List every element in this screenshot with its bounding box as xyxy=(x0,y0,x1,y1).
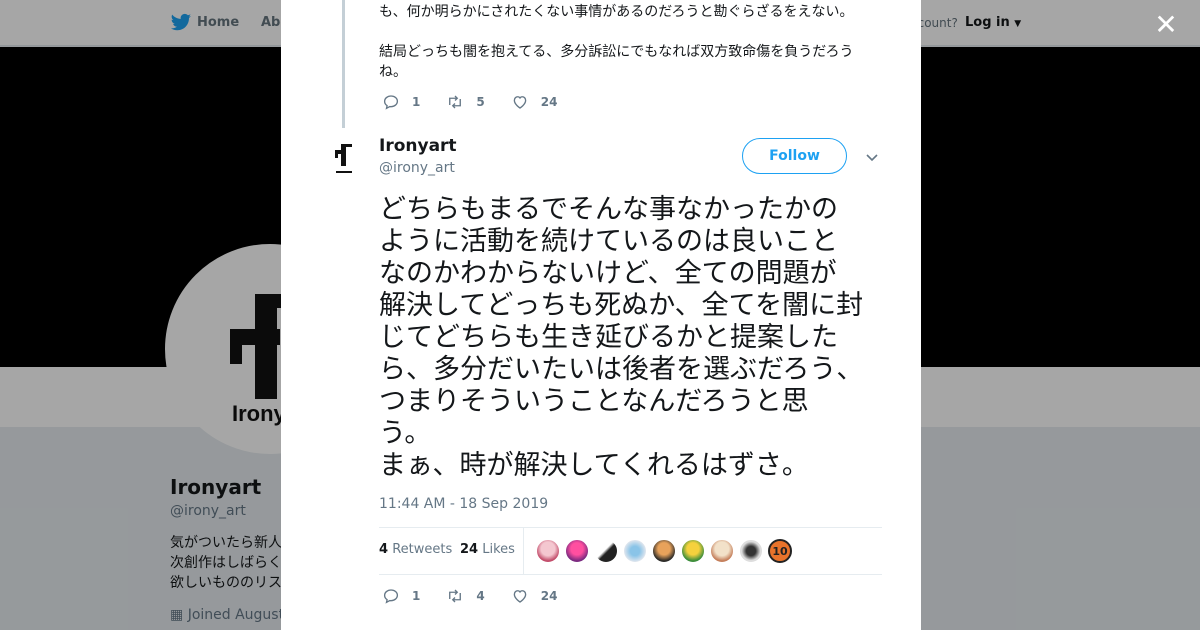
retweet-count: 4 xyxy=(476,589,485,603)
previous-tweet-line: 結局どっちも闇を抱えてる、多分訴訟にでもなれば双方致命傷を負うだろうね。 xyxy=(379,44,854,80)
reply-icon xyxy=(383,589,399,604)
heart-icon xyxy=(513,96,527,109)
retweet-icon xyxy=(449,589,462,603)
tweet-timestamp[interactable]: 11:44 AM - 18 Sep 2019 xyxy=(379,496,548,512)
like-button[interactable]: 24 xyxy=(511,587,558,605)
heart-icon xyxy=(513,590,527,603)
tweet-text: どちらもまるでそんな事なかったかの ように活動を続けているのは良いこと なのかわ… xyxy=(379,194,864,481)
follow-button[interactable]: Follow xyxy=(742,138,847,174)
retweet-icon xyxy=(449,95,462,109)
likes-stat[interactable]: 24 Likes xyxy=(460,542,515,557)
liker-avatar[interactable] xyxy=(739,539,763,563)
author-avatar[interactable] xyxy=(329,140,359,176)
author-name[interactable]: Ironyart xyxy=(379,136,457,156)
retweets-stat-count: 4 xyxy=(379,542,389,557)
liker-avatar[interactable] xyxy=(710,539,734,563)
tweet-modal: も、何か明らかにされたくない事情があるのだろうと勘ぐらざるをえない。 結局どっち… xyxy=(281,0,921,630)
thread-connector xyxy=(342,0,345,128)
like-button[interactable]: 24 xyxy=(511,93,558,111)
retweets-stat-label: Retweets xyxy=(392,542,453,557)
stats-divider xyxy=(523,528,524,575)
reply-count: 1 xyxy=(412,589,421,603)
liker-avatar[interactable] xyxy=(565,539,589,563)
reply-icon xyxy=(383,95,399,110)
retweet-button[interactable]: 5 xyxy=(446,93,485,111)
author-handle[interactable]: @irony_art xyxy=(379,160,455,176)
retweet-count: 5 xyxy=(476,95,485,109)
reply-button[interactable]: 1 xyxy=(382,93,420,111)
retweets-stat[interactable]: 4 Retweets xyxy=(379,542,452,557)
chevron-down-icon[interactable] xyxy=(865,150,879,164)
liker-avatar[interactable] xyxy=(623,539,647,563)
retweet-button[interactable]: 4 xyxy=(446,587,485,605)
liker-avatar[interactable] xyxy=(681,539,705,563)
previous-tweet-line: も、何か明らかにされたくない事情があるのだろうと勘ぐらざるをえない。 xyxy=(379,4,854,20)
liker-avatar[interactable]: 10 xyxy=(768,539,792,563)
liker-avatar[interactable] xyxy=(536,539,560,563)
reply-button[interactable]: 1 xyxy=(382,587,420,605)
reply-count: 1 xyxy=(412,95,421,109)
liker-avatar[interactable] xyxy=(594,539,618,563)
like-count: 24 xyxy=(540,589,558,603)
close-icon[interactable]: ✕ xyxy=(1153,11,1179,39)
previous-tweet-text: も、何か明らかにされたくない事情があるのだろうと勘ぐらざるをえない。 結局どっち… xyxy=(379,2,869,102)
likes-stat-label: Likes xyxy=(482,542,515,557)
like-count: 24 xyxy=(540,95,558,109)
likers-avatars: 10 xyxy=(536,539,797,563)
tweet-stats: 4 Retweets 24 Likes 10 xyxy=(379,527,882,575)
previous-tweet-actions: 1 5 24 xyxy=(382,93,583,111)
liker-avatar[interactable] xyxy=(652,539,676,563)
likes-stat-count: 24 xyxy=(460,542,479,557)
tweet-actions: 1 4 24 xyxy=(382,587,583,605)
